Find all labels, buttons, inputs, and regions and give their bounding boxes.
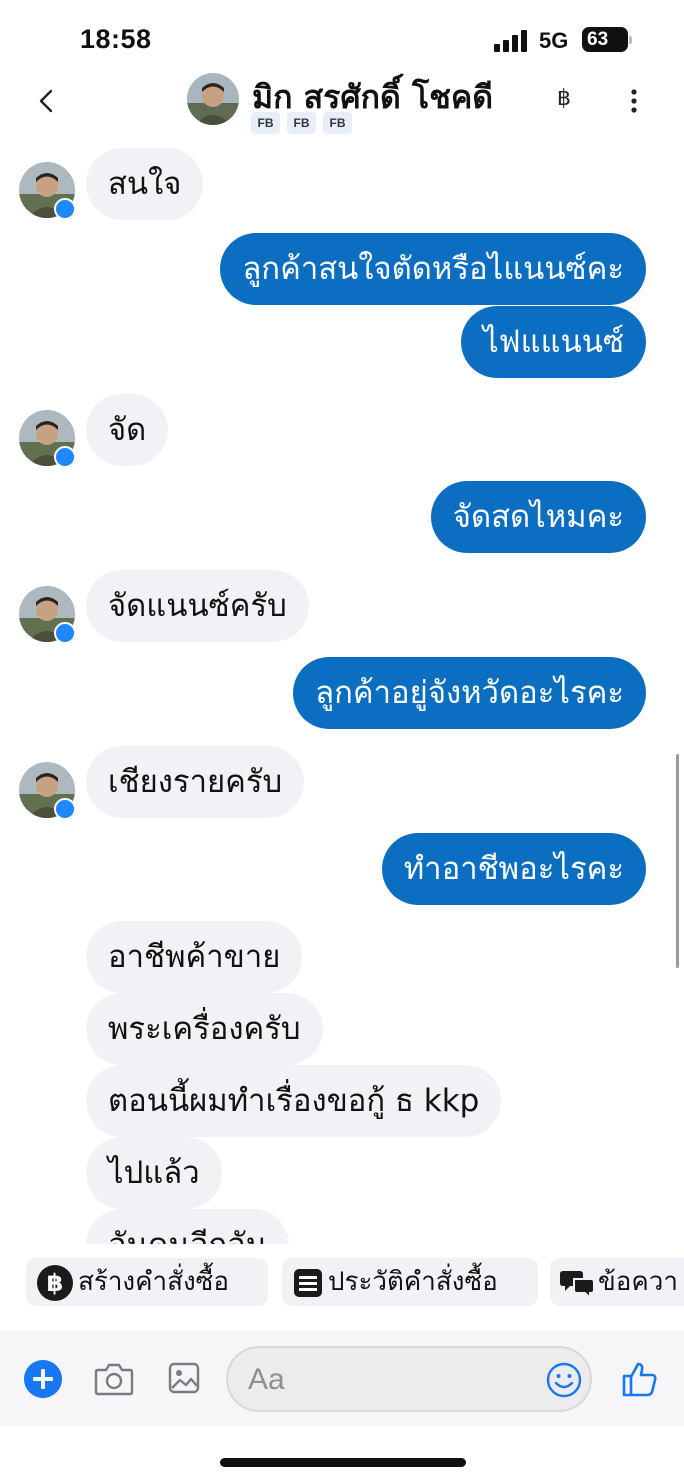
contact-tags: FB FB FB [251,112,352,134]
message-bubble-outgoing[interactable]: ไฟแแนนซ์ [461,306,646,378]
home-indicator[interactable] [220,1458,466,1467]
order-history-label: ประวัติคำสั่งซื้อ [328,1267,498,1297]
signal-icon [494,30,530,52]
like-icon[interactable] [620,1360,658,1398]
message-bubble-incoming[interactable]: พระเครื่องครับ [86,993,323,1065]
network-type: 5G [539,28,569,53]
camera-icon[interactable] [94,1362,134,1396]
message-bubble-outgoing[interactable]: ลูกค้าอยู่จังหวัดอะไรคะ [293,657,646,729]
list-icon [294,1268,322,1297]
message-bubble-outgoing[interactable]: ลูกค้าสนใจตัดหรือไแนนซ์คะ [220,233,646,305]
message-bubble-incoming[interactable]: ตอนนี้ผมทำเรื่องขอกู้ ธ kkp [86,1065,502,1137]
message-input-box[interactable] [226,1346,592,1412]
order-history-button[interactable]: ประวัติคำสั่งซื้อ [282,1258,538,1306]
message-bubble-incoming[interactable]: จัด [86,394,169,466]
message-bubble-outgoing[interactable]: ทำอาชีพอะไรคะ [381,833,646,905]
messenger-icon [54,798,76,820]
source-tag: FB [251,112,280,134]
source-tag: FB [323,112,352,134]
message-bubble-incoming[interactable]: ไปแล้ว [86,1137,222,1209]
saved-replies-button[interactable]: ข้อควา [550,1258,684,1306]
back-arrow-icon[interactable] [34,86,58,116]
message-input[interactable] [248,1360,538,1400]
status-bar: 18:58 5G 63 [0,0,684,70]
messenger-icon [54,622,76,644]
battery-icon: 63 [582,27,632,52]
quick-actions-bar: ฿ สร้างคำสั่งซื้อ ประวัติคำสั่งซื้อ ข้อคว… [0,1244,684,1324]
payment-button[interactable]: ฿ [557,86,571,111]
message-bubble-incoming[interactable]: อันคนอีกอัน [86,1209,289,1244]
conversation-header: มิก สรศักดิ์ โชคดี FB FB FB ฿ [0,70,684,140]
message-bubble-incoming[interactable]: สนใจ [86,148,204,220]
saved-replies-label: ข้อควา [598,1267,678,1297]
scrollbar[interactable] [676,754,679,968]
gallery-icon[interactable] [168,1362,200,1394]
create-order-button[interactable]: ฿ สร้างคำสั่งซื้อ [26,1258,268,1306]
battery-level: 63 [587,29,609,50]
status-time: 18:58 [80,24,152,54]
chat-bubbles-icon [560,1270,594,1299]
svg-text:฿: ฿ [47,1269,64,1297]
contact-avatar[interactable] [187,73,239,125]
baht-circle-icon: ฿ [37,1264,73,1301]
message-bubble-outgoing[interactable]: จัดสดไหมคะ [430,481,646,553]
messenger-icon [54,446,76,468]
message-bubble-incoming[interactable]: เชียงรายครับ [86,746,305,818]
message-bubble-incoming[interactable]: จัดแนนซ์ครับ [86,570,309,642]
emoji-icon[interactable] [546,1362,582,1398]
source-tag: FB [287,112,316,134]
more-options-icon[interactable] [622,86,646,116]
add-icon[interactable] [24,1360,62,1398]
message-list[interactable]: สนใจ ลูกค้าสนใจตัดหรือไแนนซ์คะ ไฟแแนนซ์ … [0,140,684,1244]
message-bubble-incoming[interactable]: อาชีพค้าขาย [86,921,303,993]
messenger-icon [54,198,76,220]
create-order-label: สร้างคำสั่งซื้อ [78,1267,229,1297]
message-composer [0,1330,684,1426]
